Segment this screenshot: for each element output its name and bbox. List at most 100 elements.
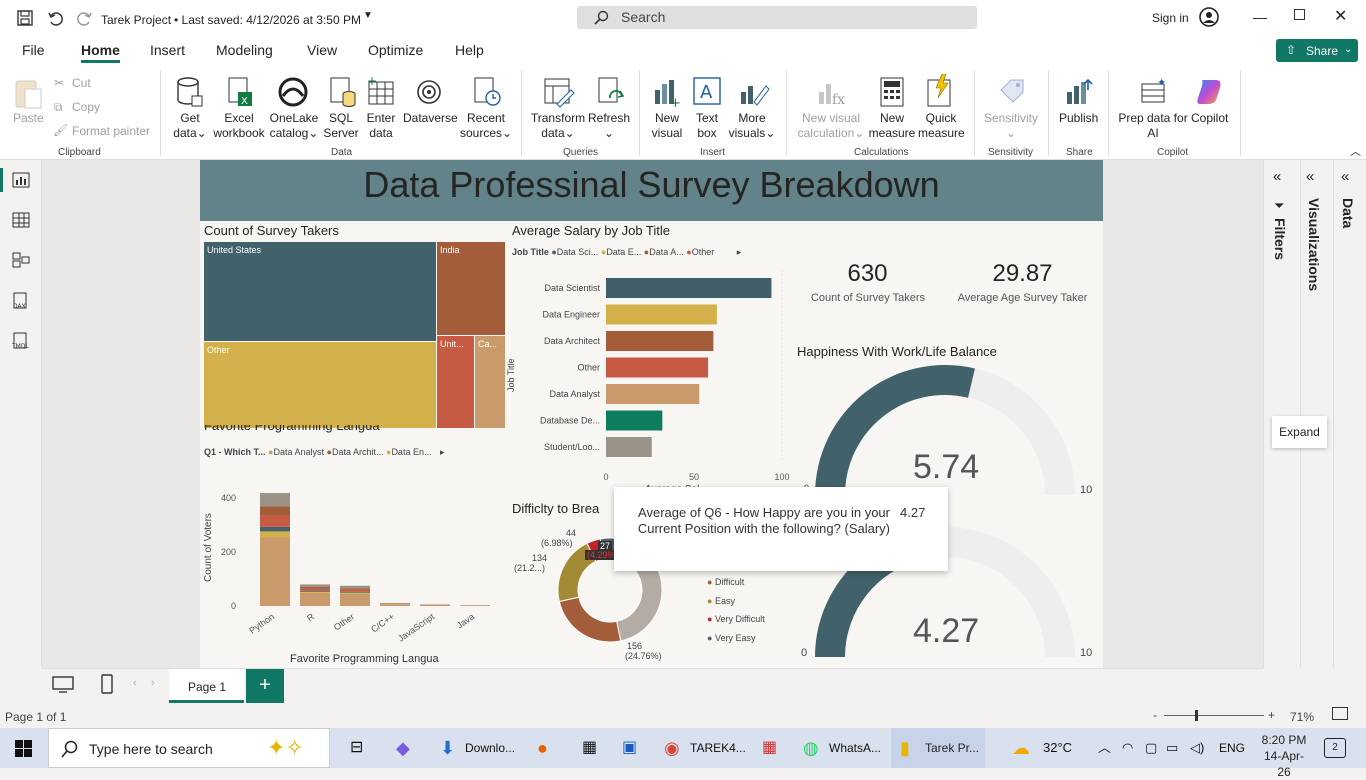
taskbar-app-downloads[interactable]: Downlo... (465, 728, 515, 768)
text-box-button[interactable]: Textbox (692, 111, 722, 141)
tab-modeling[interactable]: Modeling (216, 42, 273, 58)
model-view-icon[interactable] (12, 252, 30, 268)
firefox-icon[interactable]: ● (537, 728, 548, 768)
last-saved-label[interactable]: • Last saved: 4/12/2026 at 3:50 PM (174, 13, 361, 27)
collapse-filters-icon[interactable]: « (1273, 168, 1281, 185)
paste-button[interactable]: Paste (13, 111, 44, 126)
filters-pane-label[interactable]: Filters (1272, 218, 1288, 260)
page-tab-1[interactable]: Page 1 (169, 669, 244, 703)
legend-next-icon[interactable]: ▸ (440, 447, 445, 457)
tab-help[interactable]: Help (455, 42, 484, 58)
word-icon[interactable]: ▣ (622, 728, 637, 768)
new-visual-button[interactable]: Newvisual (649, 111, 685, 141)
cut-button[interactable]: Cut (72, 76, 91, 91)
language-indicator[interactable]: ENG (1219, 728, 1245, 768)
copy-button[interactable]: Copy (72, 100, 100, 115)
volume-icon[interactable]: ◁) (1190, 728, 1204, 768)
file-title[interactable]: Tarek Project (101, 13, 171, 27)
account-icon[interactable] (1199, 7, 1219, 27)
tab-optimize[interactable]: Optimize (368, 42, 423, 58)
previous-page-icon[interactable]: ‹ (133, 677, 137, 689)
collapse-data-icon[interactable]: « (1341, 168, 1349, 185)
notification-button[interactable]: 2 (1324, 738, 1346, 758)
zoom-slider-track[interactable] (1164, 715, 1264, 716)
recent-sources-button[interactable]: Recentsources⌄ (460, 111, 512, 141)
wifi-icon[interactable]: ◠ (1122, 728, 1133, 768)
treemap-cell-india[interactable]: India (437, 242, 505, 335)
copilot-button[interactable]: Copilot (1191, 111, 1228, 126)
report-view-icon[interactable] (12, 172, 30, 188)
zoom-out-button[interactable]: - (1153, 708, 1157, 722)
excel-workbook-button[interactable]: Excelworkbook (211, 111, 267, 141)
publish-button[interactable]: Publish (1059, 111, 1098, 126)
tmdl-view-icon[interactable]: TMDL (12, 332, 30, 350)
store-icon[interactable]: ▦ (762, 728, 777, 768)
weather-icon[interactable]: ☁ (1012, 728, 1030, 768)
share-button[interactable]: ⇧ Share ⌄ (1276, 39, 1358, 62)
close-icon[interactable]: ✕ (1334, 6, 1347, 26)
onelake-catalog-button[interactable]: OneLakecatalog⌄ (268, 111, 320, 141)
legend-next-icon[interactable]: ▸ (737, 247, 742, 257)
weather-temp[interactable]: 32°C (1043, 728, 1072, 768)
collapse-visualizations-icon[interactable]: « (1306, 168, 1314, 185)
undo-icon[interactable] (47, 10, 63, 26)
taskbar-active-app[interactable]: ▮ Tarek Pr... (891, 728, 985, 768)
camera-icon[interactable]: ▢ (1145, 728, 1157, 768)
collapse-ribbon-icon[interactable]: ︿ (1350, 143, 1361, 159)
minimize-icon[interactable]: — (1253, 9, 1267, 25)
tab-insert[interactable]: Insert (150, 42, 185, 58)
fit-to-page-icon[interactable] (1332, 707, 1348, 720)
zoom-slider-thumb[interactable] (1195, 710, 1198, 721)
treemap-cell-canada[interactable]: Ca... (475, 336, 505, 428)
visualizations-pane-label[interactable]: Visualizations (1306, 198, 1322, 291)
battery-icon[interactable]: ▭ (1166, 728, 1178, 768)
zoom-level[interactable]: 71% (1290, 710, 1314, 724)
treemap-cell-other[interactable]: Other (204, 342, 436, 428)
treemap-cell-united-states[interactable]: United States (204, 242, 436, 341)
windows-start-icon[interactable] (15, 740, 32, 757)
chevron-down-icon[interactable]: ▼ (363, 10, 373, 21)
new-measure-button[interactable]: Newmeasure (868, 111, 916, 141)
chrome-icon[interactable]: ◉ (664, 728, 680, 768)
sql-server-button[interactable]: SQLServer (322, 111, 360, 141)
get-data-button[interactable]: Getdata⌄ (171, 111, 209, 141)
table-view-icon[interactable] (12, 212, 30, 228)
format-painter-button[interactable]: Format painter (72, 124, 150, 139)
tab-home[interactable]: Home (81, 42, 120, 58)
dax-query-view-icon[interactable]: DAX (12, 292, 30, 310)
search-input[interactable]: Search (577, 6, 977, 29)
dataverse-button[interactable]: Dataverse (403, 111, 458, 126)
mobile-layout-icon[interactable] (100, 674, 114, 694)
zoom-in-button[interactable]: + (1268, 708, 1275, 722)
data-pane-label[interactable]: Data (1340, 198, 1356, 228)
sensitivity-button[interactable]: Sensitivity⌄ (982, 111, 1040, 141)
desktop-layout-icon[interactable] (52, 676, 74, 694)
copilot-taskbar-icon[interactable]: ◆ (396, 728, 410, 768)
task-view-icon[interactable]: ⊟ (350, 728, 363, 768)
enter-data-button[interactable]: Enterdata (362, 111, 400, 141)
tray-chevron-icon[interactable]: ︿ (1098, 728, 1111, 768)
add-page-button[interactable]: + (246, 669, 284, 703)
whatsapp-icon[interactable]: ◍ (803, 728, 819, 768)
clock[interactable]: 8:20 PM 14-Apr-26 (1258, 732, 1310, 780)
taskbar-app-chrome[interactable]: TAREK4... (690, 728, 746, 768)
redo-icon[interactable] (77, 10, 93, 26)
maximize-icon[interactable] (1294, 9, 1305, 20)
download-icon[interactable]: ⬇ (440, 728, 455, 768)
prep-data-ai-button[interactable]: Prep data forAI (1117, 111, 1189, 141)
sign-in-link[interactable]: Sign in (1152, 11, 1189, 25)
treemap-cell-uk[interactable]: Unit... (437, 336, 474, 428)
tab-file[interactable]: File (22, 42, 45, 58)
refresh-button[interactable]: Refresh⌄ (588, 111, 630, 141)
more-visuals-button[interactable]: Morevisuals⌄ (728, 111, 776, 141)
transform-data-button[interactable]: Transformdata⌄ (530, 111, 586, 141)
taskbar-search[interactable]: Type here to search ✦✧ (48, 728, 330, 768)
quick-measure-button[interactable]: Quickmeasure (918, 111, 964, 141)
calendar-icon[interactable]: ▦ (582, 728, 597, 768)
taskbar-app-whatsapp[interactable]: WhatsA... (829, 728, 881, 768)
save-icon[interactable] (17, 10, 33, 26)
tab-view[interactable]: View (307, 42, 337, 58)
new-visual-calculation-button[interactable]: New visualcalculation⌄ (797, 111, 865, 141)
recent-sources-icon (472, 76, 502, 108)
next-page-icon[interactable]: › (151, 677, 155, 689)
